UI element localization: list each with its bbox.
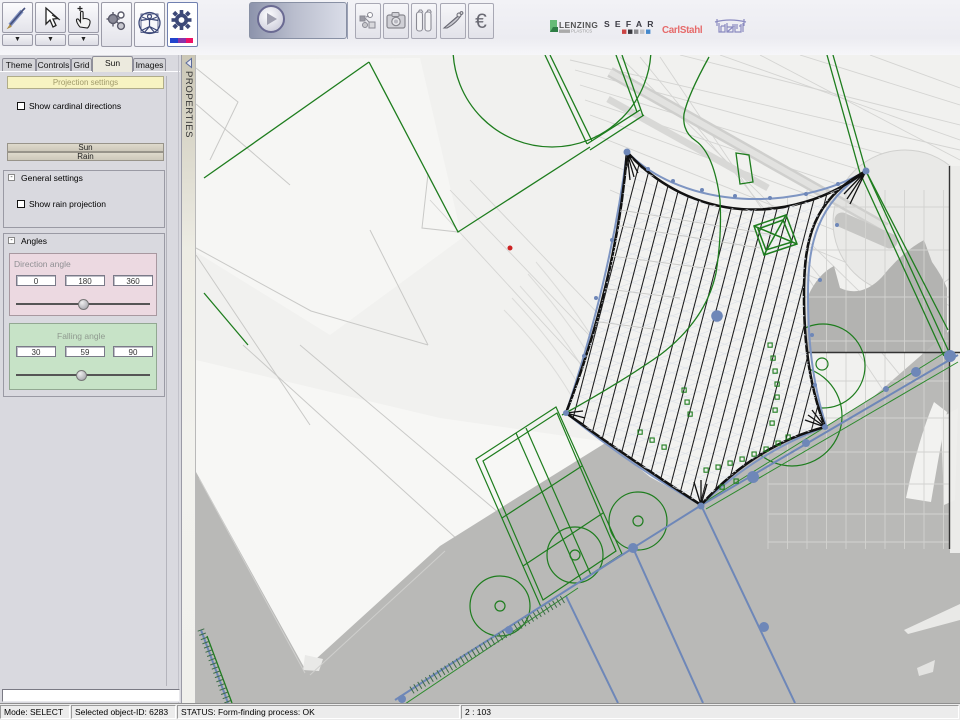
svg-text:CarlStahl: CarlStahl bbox=[662, 25, 703, 36]
svg-text:€: € bbox=[475, 10, 487, 33]
svg-text:PLASTICS: PLASTICS bbox=[571, 29, 592, 34]
svg-text:SEFAR: SEFAR bbox=[604, 19, 654, 29]
